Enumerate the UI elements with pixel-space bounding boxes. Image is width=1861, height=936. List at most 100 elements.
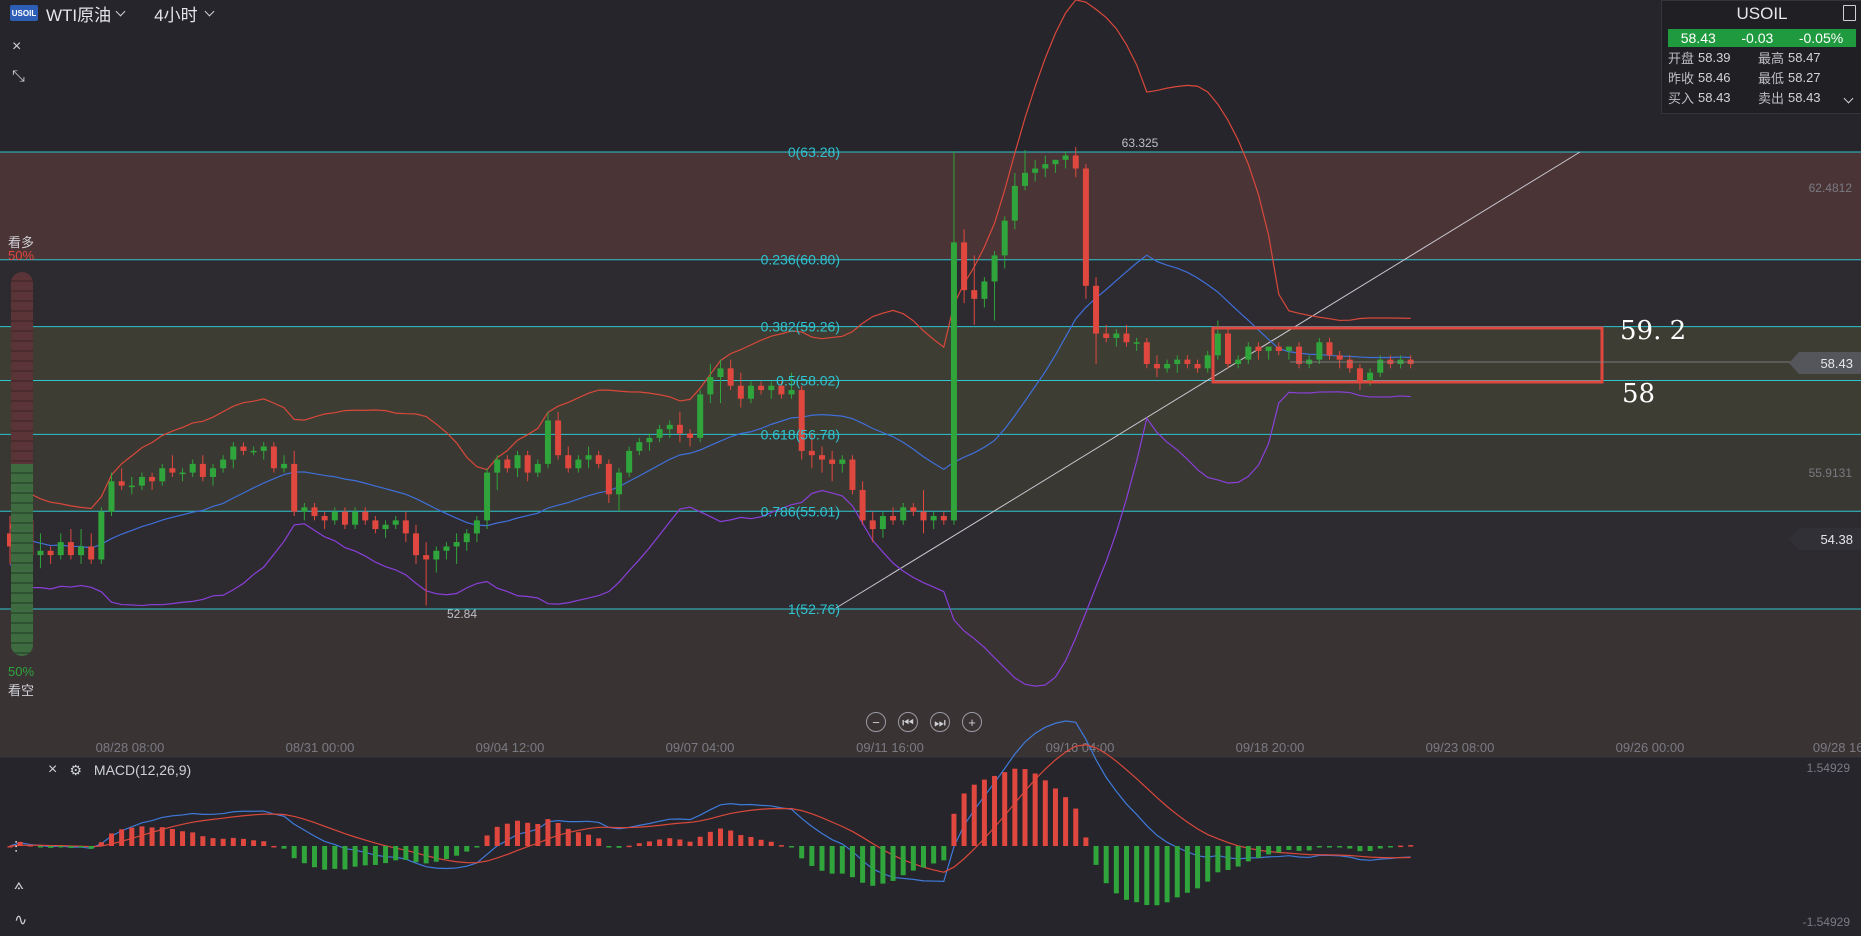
macd-bar (768, 841, 774, 846)
candle-body (1285, 346, 1292, 351)
macd-bar (1235, 846, 1241, 867)
macd-bar (1347, 846, 1353, 849)
macd-bar (626, 845, 632, 848)
drawing-icon[interactable]: ⟑ (14, 876, 24, 894)
macd-bar (1154, 846, 1160, 906)
macd-bar (393, 846, 399, 861)
macd-bar (900, 846, 906, 876)
fib-label: 0.618(56.78) (761, 426, 840, 442)
quote-label: 卖出 (1758, 90, 1785, 106)
candle-body (1042, 164, 1049, 169)
macd-bar (687, 841, 693, 846)
candle-body (595, 455, 602, 464)
candle-body (1001, 220, 1008, 256)
macd-bar (1073, 808, 1079, 846)
price-chart[interactable]: 0(63.28) 0.236(60.80) 0.382(59.26) 0.5(58.0… (0, 0, 1861, 936)
zoom-out-button[interactable]: − (866, 712, 886, 732)
shrink-icon[interactable]: ⤡ (12, 68, 25, 86)
quote-last: 58.43 (1680, 30, 1716, 46)
macd-bar (1337, 846, 1343, 848)
candle-body (88, 546, 95, 560)
symbol-selector[interactable]: WTI原油 (46, 1, 126, 26)
document-icon[interactable] (1843, 5, 1856, 21)
candle-body (473, 520, 480, 534)
macd-bar (139, 826, 145, 846)
macd-bar (839, 846, 845, 874)
macd-bar (860, 846, 866, 883)
candle-body (1022, 172, 1028, 186)
gear-icon[interactable]: ⚙ (69, 762, 82, 779)
macd-bar (646, 841, 652, 846)
fib-label: 1(52.76) (788, 601, 840, 617)
symbol-name: WTI原油 (46, 5, 112, 25)
signal-line (9, 744, 1411, 873)
macd-bar (880, 846, 886, 884)
candle-body (341, 511, 348, 525)
macd-bar (890, 846, 896, 881)
candle-body (717, 368, 724, 378)
macd-bar (119, 829, 125, 846)
candle-body (362, 511, 369, 521)
current-price-tag: 58.43 (1789, 352, 1861, 374)
candle-body (1011, 185, 1018, 221)
macd-bar (1316, 846, 1322, 848)
chevron-down-icon (204, 6, 215, 16)
macd-bar (1377, 846, 1383, 849)
macd-bar (230, 837, 236, 846)
macd-bar (1032, 773, 1038, 846)
timeframe-label: 4小时 (154, 5, 198, 25)
candle-body (666, 424, 673, 430)
macd-bar (728, 830, 734, 846)
candle-body (159, 468, 166, 482)
close-icon[interactable]: × (48, 761, 57, 779)
macd-title: MACD(12,26,9) (93, 762, 192, 778)
quote-label: 买入 (1668, 90, 1695, 106)
candle-body (463, 533, 470, 543)
macd-bar (190, 832, 196, 846)
indicator-icon[interactable]: ⫶ (14, 840, 18, 858)
macd-bar (971, 784, 977, 846)
macd-bar (109, 833, 114, 846)
close-icon[interactable]: × (12, 38, 21, 56)
candle-body (747, 385, 754, 399)
macd-bar (1357, 846, 1363, 852)
candle-body (1153, 363, 1160, 369)
pulse-icon[interactable]: ∿ (14, 910, 27, 930)
candle-body (128, 485, 135, 488)
macd-bar (27, 845, 33, 847)
candle-body (1072, 155, 1079, 169)
timeframe-selector[interactable]: 4小时 (154, 1, 215, 26)
candle-body (443, 546, 450, 551)
macd-bar (809, 846, 815, 866)
candle-body (433, 550, 440, 560)
macd-bar (1266, 846, 1272, 855)
macd-bar (718, 828, 723, 846)
macd-bar (555, 823, 561, 846)
zoom-in-button[interactable]: + (962, 712, 982, 732)
candle-body (1133, 342, 1140, 344)
jump-end-button[interactable]: ⏭ (930, 712, 950, 732)
macd-bar (1195, 846, 1201, 889)
axis-label: 55.9131 (1809, 466, 1853, 480)
macd-bar (941, 846, 947, 861)
candle-body (1103, 333, 1110, 338)
macd-bar (1124, 846, 1129, 900)
candle-body (240, 446, 247, 451)
jump-start-button[interactable]: ⏮ (898, 712, 918, 732)
macd-bar (636, 843, 642, 846)
macd-bar (1255, 846, 1261, 858)
quote-label: 最低 (1758, 70, 1785, 86)
candle-body (920, 511, 927, 521)
candle-body (372, 520, 379, 530)
macd-bar (758, 839, 764, 846)
macd-bar (992, 775, 998, 846)
macd-bar (159, 827, 165, 846)
candle-body (98, 511, 105, 560)
bear-pct: 50% (8, 664, 35, 679)
candle-body (636, 442, 643, 451)
candle-body (808, 450, 815, 456)
candle-body (616, 472, 622, 495)
candle-body (301, 507, 308, 512)
macd-bar (261, 841, 267, 846)
candle-body (169, 468, 176, 473)
